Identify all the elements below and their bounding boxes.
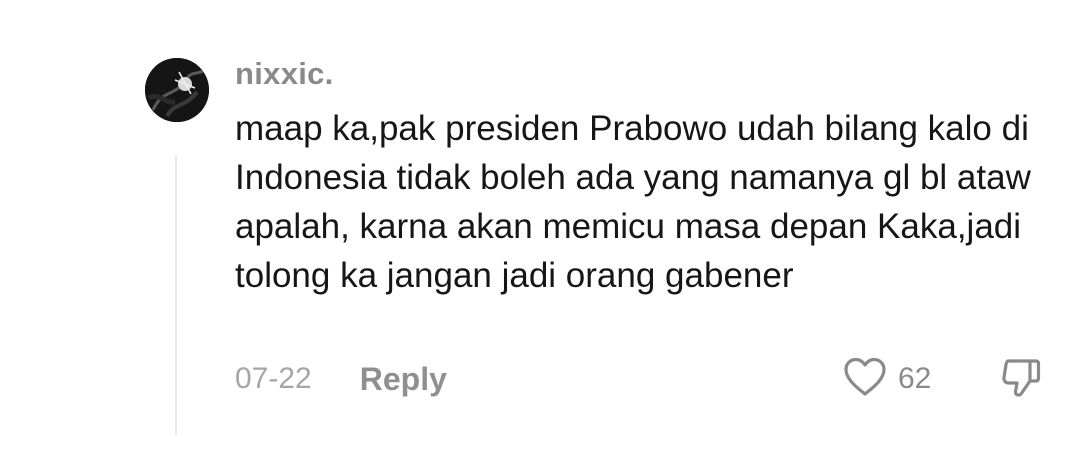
comment-date: 07-22 [235, 362, 312, 395]
username[interactable]: nixxic. [235, 56, 334, 92]
thread-line [175, 155, 177, 435]
reply-button[interactable]: Reply [360, 361, 447, 398]
avatar-image [145, 58, 209, 122]
heart-icon [842, 356, 888, 403]
comment-meta: 07-22 Reply [235, 356, 447, 402]
comment-item: nixxic. maap ka,pak presiden Prabowo uda… [0, 0, 1079, 452]
like-count: 62 [898, 362, 932, 395]
thumbs-down-icon [999, 355, 1043, 404]
like-button[interactable]: 62 [842, 356, 931, 402]
dislike-button[interactable] [998, 356, 1044, 402]
comment-text: maap ka,pak presiden Prabowo udah bilang… [235, 109, 1031, 295]
avatar[interactable] [145, 58, 209, 122]
